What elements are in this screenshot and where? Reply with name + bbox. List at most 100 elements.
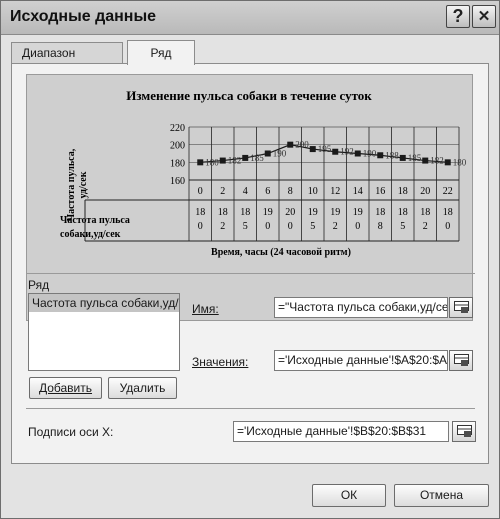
- x-category-label: 20: [420, 186, 430, 197]
- data-label: 192: [340, 147, 354, 157]
- series-listbox[interactable]: Частота пульса собаки,уд/сек: [28, 293, 180, 371]
- table-cell-value: 18: [420, 207, 430, 218]
- title-bar: Исходные данные ? ✕: [1, 1, 499, 35]
- data-point-marker: [377, 152, 384, 159]
- x-category-label: 2: [220, 186, 225, 197]
- x-axis-categories: 0 2 4 6 8 10 12 14 16 18 20 22: [198, 186, 453, 197]
- range-select-icon: [457, 425, 472, 437]
- y-tick-label: 220: [170, 123, 185, 134]
- add-series-label: Добавить: [38, 381, 93, 395]
- range-select-icon: [454, 301, 469, 313]
- dialog-title: Исходные данные: [10, 8, 157, 25]
- y-axis-label-group: Частота пульса,уд/сек: [66, 148, 89, 221]
- x-category-label: 14: [353, 186, 363, 197]
- table-cell-value: 19: [308, 207, 318, 218]
- name-collapse-dialog-button[interactable]: [449, 297, 473, 318]
- table-cell-value: 0: [288, 221, 293, 232]
- table-cell-value: 0: [265, 221, 270, 232]
- x-category-label: 12: [330, 186, 340, 197]
- data-point-marker: [444, 159, 451, 166]
- y-axis-label: Частота пульса,уд/сек: [66, 148, 89, 221]
- close-button[interactable]: ✕: [472, 5, 496, 28]
- tab-data-range[interactable]: Диапазон данных: [11, 42, 123, 80]
- data-point-marker: [264, 150, 271, 157]
- table-cell-value: 2: [220, 221, 225, 232]
- x-axis-collapse-dialog-button[interactable]: [452, 421, 476, 442]
- table-cell-value: 20: [285, 207, 295, 218]
- source-data-dialog: Исходные данные ? ✕ Диапазон данных Ряд …: [0, 0, 500, 519]
- x-axis-labels-field[interactable]: ='Исходные данные'!$B$20:$B$31: [233, 421, 449, 442]
- chart-preview: Изменение пульса собаки в течение суток …: [26, 74, 473, 321]
- table-cell-value: 2: [423, 221, 428, 232]
- table-cell-value: 8: [378, 221, 383, 232]
- data-point-marker: [332, 148, 339, 155]
- data-point-marker: [399, 154, 406, 161]
- y-axis-ticks: 220 200 180 160: [170, 123, 185, 187]
- x-category-label: 0: [198, 186, 203, 197]
- table-cell-value: 18: [443, 207, 453, 218]
- table-cell-value: 2: [333, 221, 338, 232]
- x-category-label: 4: [243, 186, 248, 197]
- table-cell-value: 18: [375, 207, 385, 218]
- table-cell-value: 19: [353, 207, 363, 218]
- tab-panel: Изменение пульса собаки в течение суток …: [11, 63, 489, 464]
- x-category-label: 16: [375, 186, 385, 197]
- data-point-marker: [422, 157, 429, 164]
- name-field[interactable]: ="Частота пульса собаки,уд/сек": [274, 297, 448, 318]
- table-cell-value: 5: [243, 221, 248, 232]
- x-category-label: 8: [288, 186, 293, 197]
- x-category-label: 22: [443, 186, 453, 197]
- table-cell-value: 0: [198, 221, 203, 232]
- chart-svg: Изменение пульса собаки в течение суток …: [60, 88, 467, 258]
- data-label: 185: [408, 153, 422, 163]
- table-cell-value: 19: [330, 207, 340, 218]
- y-tick-label: 180: [170, 158, 185, 169]
- table-cell-value: 19: [263, 207, 273, 218]
- chart-title: Изменение пульса собаки в течение суток: [126, 88, 372, 103]
- ok-button[interactable]: ОК: [312, 484, 386, 507]
- data-label: 185: [250, 153, 264, 163]
- data-point-marker: [197, 159, 204, 166]
- data-point-marker: [287, 141, 294, 148]
- x-category-label: 18: [398, 186, 408, 197]
- data-label: 190: [273, 149, 287, 159]
- series-section-label: Ряд: [28, 278, 50, 292]
- data-label: 188: [385, 150, 399, 160]
- data-point-marker: [242, 154, 249, 161]
- help-button[interactable]: ?: [446, 5, 470, 28]
- y-tick-label: 160: [170, 176, 185, 187]
- table-cell-value: 0: [355, 221, 360, 232]
- table-legend-line2: собаки,уд/сек: [60, 229, 121, 240]
- data-label: 180: [453, 157, 467, 167]
- data-label: 195: [318, 144, 332, 154]
- table-legend-line1: Частота пульса: [60, 215, 130, 226]
- y-tick-label: 200: [170, 141, 185, 152]
- data-label: 182: [430, 156, 444, 166]
- table-cell-value: 5: [400, 221, 405, 232]
- add-series-button[interactable]: Добавить: [29, 377, 102, 399]
- delete-series-label: Удалить: [119, 381, 166, 395]
- delete-series-button[interactable]: Удалить: [108, 377, 177, 399]
- data-point-marker: [354, 150, 361, 157]
- table-cell-value: 0: [445, 221, 450, 232]
- values-field[interactable]: ='Исходные данные'!$A$20:$A$31: [274, 350, 448, 371]
- name-label: Имя:: [192, 302, 219, 316]
- data-point-marker: [309, 146, 316, 153]
- section-divider-bottom: [26, 408, 475, 409]
- cancel-button[interactable]: Отмена: [394, 484, 489, 507]
- tab-series[interactable]: Ряд: [127, 40, 195, 65]
- values-collapse-dialog-button[interactable]: [449, 350, 473, 371]
- data-label: 190: [363, 149, 377, 159]
- table-cell-value: 5: [310, 221, 315, 232]
- data-label: 182: [228, 156, 242, 166]
- table-cell-value: 18: [218, 207, 228, 218]
- x-axis-labels-label: Подписи оси Х:: [28, 425, 114, 439]
- table-cell-value: 18: [398, 207, 408, 218]
- data-label: 200: [295, 140, 309, 150]
- x-category-label: 10: [308, 186, 318, 197]
- series-list-item[interactable]: Частота пульса собаки,уд/сек: [29, 294, 179, 312]
- table-cell-value: 18: [195, 207, 205, 218]
- x-axis-label: Время, часы (24 часовой ритм): [211, 247, 351, 258]
- values-label: Значения:: [192, 355, 249, 369]
- table-cell-value: 18: [240, 207, 250, 218]
